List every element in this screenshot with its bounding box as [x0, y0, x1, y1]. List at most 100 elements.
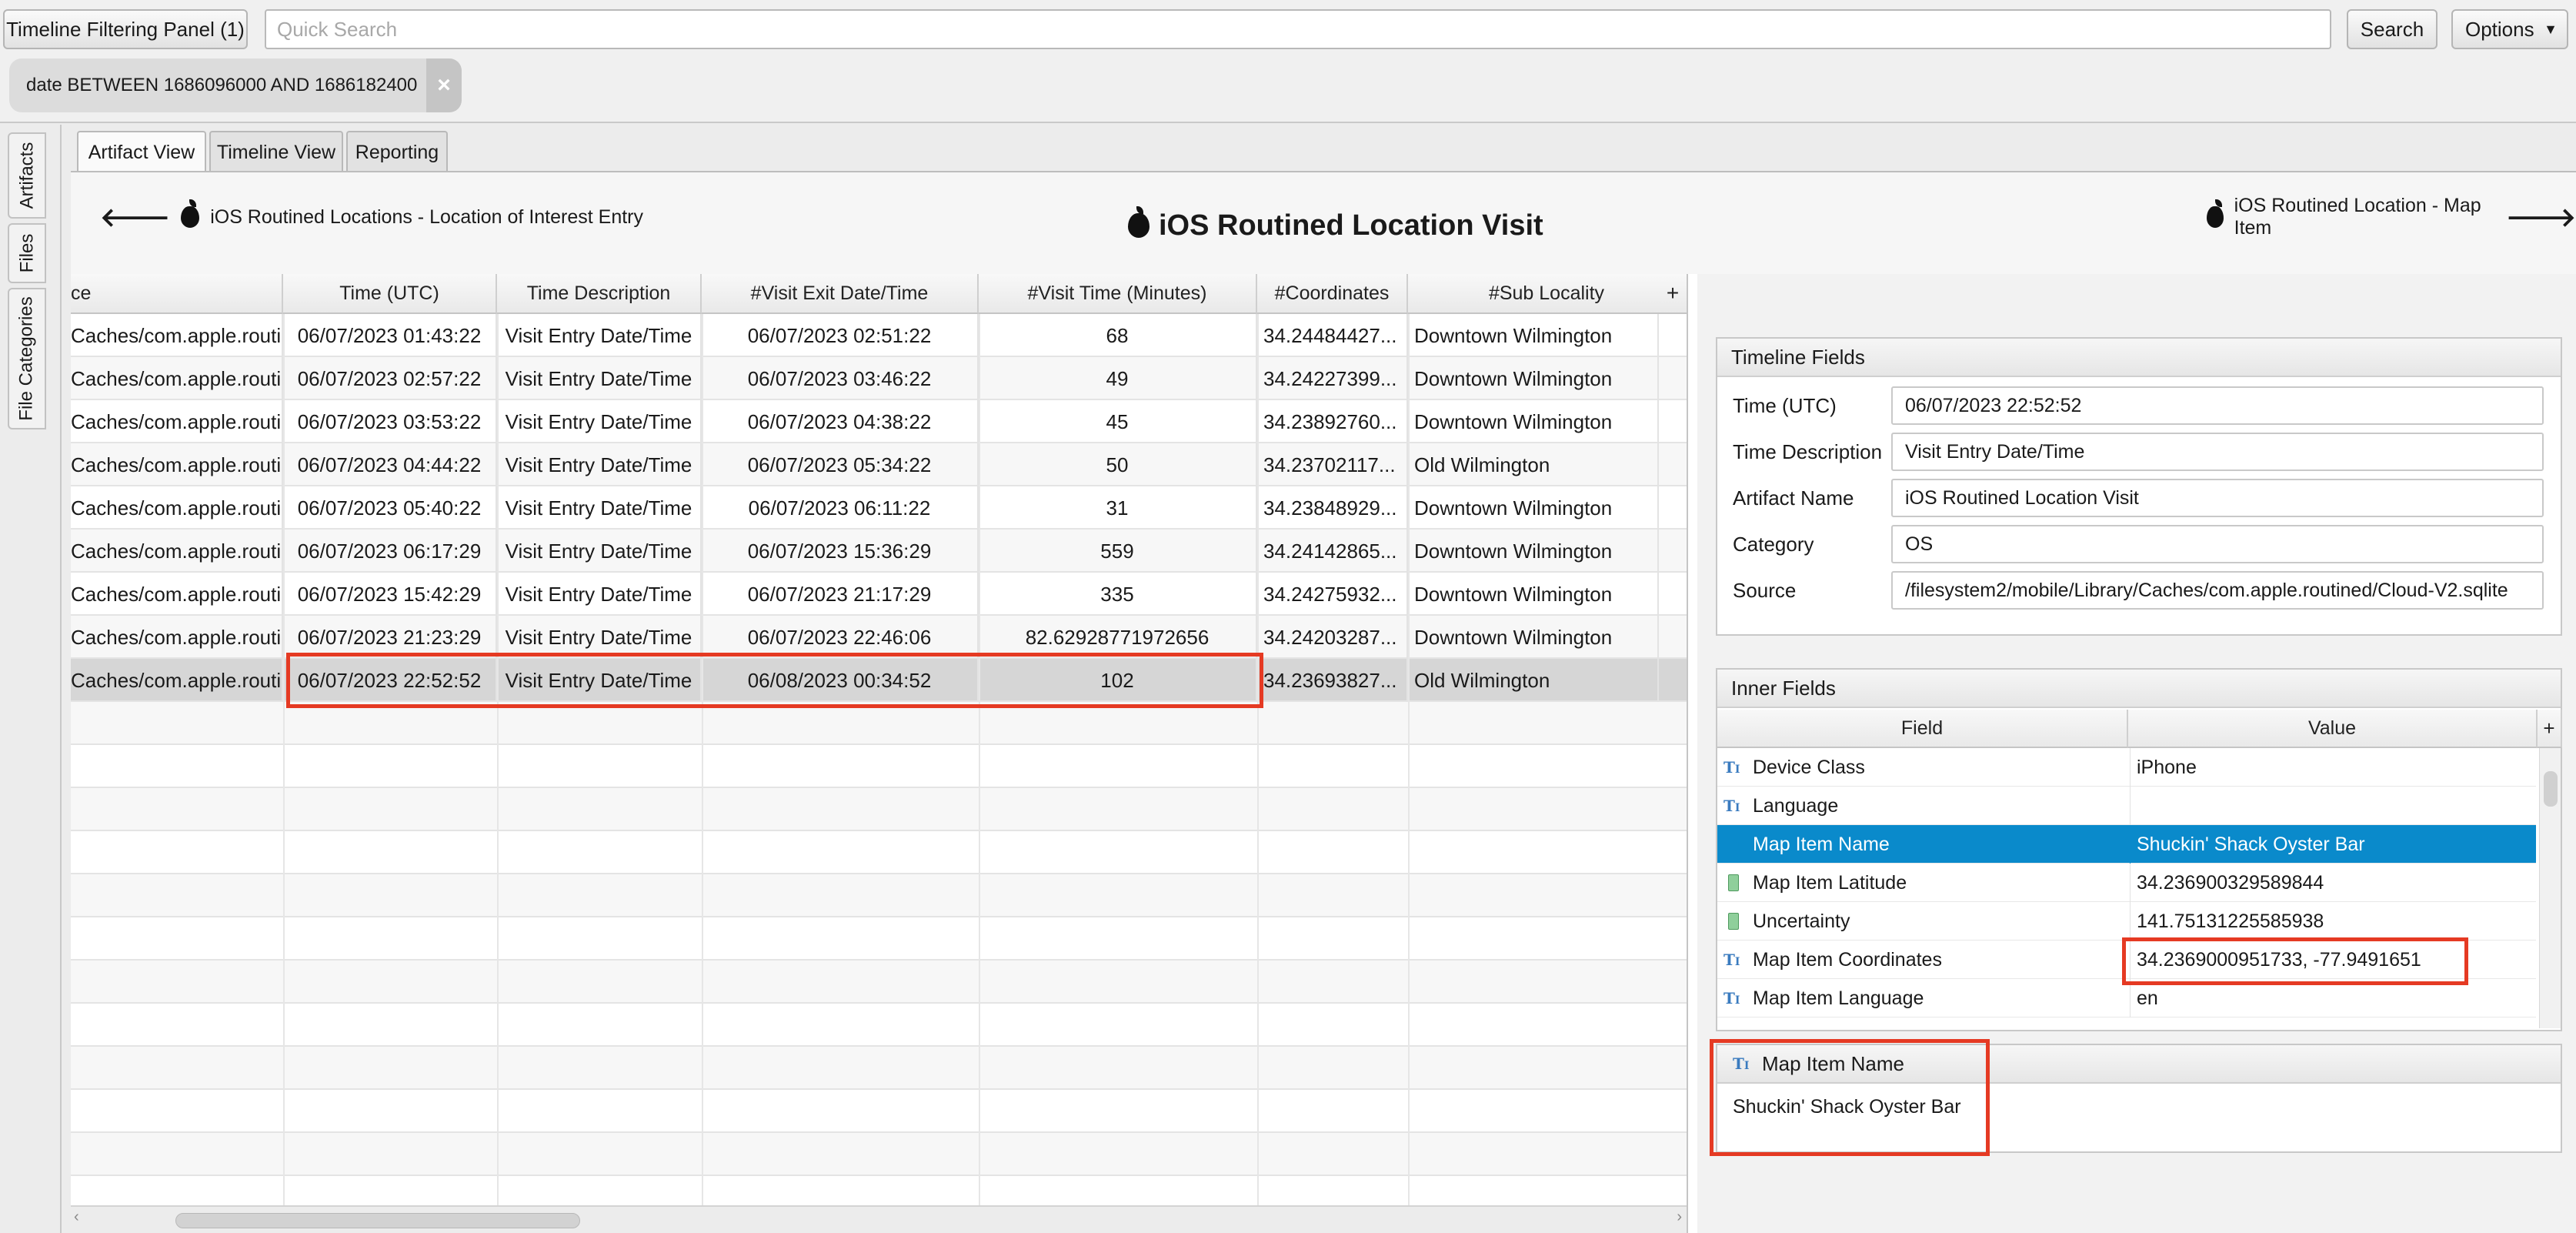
table-cell: 06/07/2023 06:17:29 — [283, 530, 497, 573]
table-cell: 34.24275932... — [1257, 573, 1408, 616]
column-header-source[interactable]: ce — [71, 274, 283, 314]
column-header-time[interactable]: Time (UTC) — [283, 274, 497, 314]
table-cell: Visit Entry Date/Time — [497, 400, 702, 443]
previous-artifact-link[interactable]: 🡐 iOS Routined Locations - Location of I… — [100, 199, 643, 232]
table-cell: Visit Entry Date/Time — [497, 573, 702, 616]
side-tab-file-categories[interactable]: File Categories — [8, 288, 46, 429]
timeline-field-label: Time (UTC) — [1733, 394, 1837, 417]
timeline-field-label: Time Description — [1733, 440, 1883, 463]
inner-field-row[interactable]: TI Map Item Name Shuckin' Shack Oyster Bar — [1717, 825, 2536, 864]
table-cell: Visit Entry Date/Time — [497, 357, 702, 400]
scroll-right-icon[interactable]: › — [1677, 1208, 1682, 1226]
quick-search-input[interactable] — [265, 9, 2331, 49]
table-cell: Visit Entry Date/Time — [497, 486, 702, 530]
options-button[interactable]: Options ▼ — [2451, 9, 2568, 49]
inner-field-row[interactable]: Map Item Latitude 34.236900329589844 — [1717, 864, 2536, 902]
highlight-box-selected-row — [286, 653, 1263, 708]
column-header-field[interactable]: Field — [1717, 710, 2128, 748]
side-tabs: Artifacts Files File Categories — [0, 125, 62, 1233]
horizontal-scrollbar[interactable]: ‹ › — [71, 1205, 1687, 1233]
empty-table-row — [71, 831, 1687, 874]
vertical-scrollbar[interactable] — [2539, 748, 2561, 1028]
filter-chip-label: date BETWEEN 1686096000 AND 1686182400 — [26, 75, 418, 95]
table-cell: 06/07/2023 04:44:22 — [283, 443, 497, 486]
inner-field-row[interactable]: Uncertainty 141.75131225585938 — [1717, 902, 2536, 941]
table-cell: 06/07/2023 15:42:29 — [283, 573, 497, 616]
column-header-sub-locality[interactable]: #Sub Locality — [1408, 274, 1687, 314]
table-cell: 34.23892760... — [1257, 400, 1408, 443]
number-icon — [1728, 874, 1739, 891]
empty-table-row — [71, 1090, 1687, 1133]
text-icon: TI — [1723, 797, 1740, 815]
add-column-icon[interactable]: + — [2538, 710, 2562, 748]
table-row[interactable]: Caches/com.apple.routi... 06/07/2023 01:4… — [71, 314, 1687, 357]
page-title: iOS Routined Location Visit — [1128, 206, 1543, 245]
tab-reporting[interactable]: Reporting — [346, 131, 448, 172]
timeline-field-value[interactable]: iOS Routined Location Visit — [1891, 479, 2544, 517]
table-cell: Caches/com.apple.routi... — [71, 400, 283, 443]
inner-field-value: 141.75131225585938 — [2130, 902, 2534, 941]
tab-artifact-view[interactable]: Artifact View — [77, 131, 206, 172]
table-cell: Downtown Wilmington — [1408, 400, 1659, 443]
search-button[interactable]: Search — [2347, 9, 2438, 49]
table-cell: Caches/com.apple.routi... — [71, 530, 283, 573]
add-column-icon[interactable]: + — [1659, 274, 1687, 314]
table-cell: Visit Entry Date/Time — [497, 443, 702, 486]
table-row[interactable]: Caches/com.apple.routi... 06/07/2023 15:4… — [71, 573, 1687, 616]
column-header-coordinates[interactable]: #Coordinates — [1257, 274, 1408, 314]
table-row[interactable]: Caches/com.apple.routi... 06/07/2023 05:4… — [71, 486, 1687, 530]
table-row[interactable]: Caches/com.apple.routi... 06/07/2023 06:1… — [71, 530, 1687, 573]
scrollbar-thumb[interactable] — [2544, 771, 2558, 807]
inner-field-row[interactable]: TI Language — [1717, 787, 2536, 825]
column-header-time-description[interactable]: Time Description — [497, 274, 702, 314]
table-cell: Downtown Wilmington — [1408, 486, 1659, 530]
timeline-field-value[interactable]: 06/07/2023 22:52:52 — [1891, 386, 2544, 425]
empty-table-row — [71, 1047, 1687, 1090]
next-artifact-link[interactable]: iOS Routined Location - Map Item 🡒 — [2207, 195, 2576, 239]
table-row[interactable]: Caches/com.apple.routi... 06/07/2023 02:5… — [71, 357, 1687, 400]
inner-field-name: Uncertainty — [1753, 910, 1850, 932]
column-header-visit-time[interactable]: #Visit Time (Minutes) — [979, 274, 1257, 314]
side-tab-label: Artifacts — [16, 142, 37, 209]
timeline-field-value[interactable]: /filesystem2/mobile/Library/Caches/com.a… — [1891, 571, 2544, 610]
inner-field-row[interactable]: TI Device Class iPhone — [1717, 748, 2536, 787]
scrollbar-thumb[interactable] — [175, 1213, 580, 1228]
empty-table-row — [71, 745, 1687, 788]
timeline-field-value[interactable]: Visit Entry Date/Time — [1891, 433, 2544, 471]
column-header-visit-exit[interactable]: #Visit Exit Date/Time — [702, 274, 979, 314]
inner-field-value: Shuckin' Shack Oyster Bar — [2130, 825, 2534, 864]
table-cell: Caches/com.apple.routi... — [71, 314, 283, 357]
table-cell: Caches/com.apple.routi... — [71, 573, 283, 616]
timeline-fields-title: Timeline Fields — [1717, 339, 2561, 377]
timeline-field-label: Artifact Name — [1733, 486, 1854, 510]
table-row[interactable]: Caches/com.apple.routi... 06/07/2023 03:5… — [71, 400, 1687, 443]
side-tab-files[interactable]: Files — [8, 223, 46, 283]
apple-icon — [2207, 199, 2224, 228]
table-cell: 06/07/2023 04:38:22 — [702, 400, 979, 443]
empty-table-row — [71, 788, 1687, 831]
inner-field-name-cell: Uncertainty — [1723, 902, 2124, 941]
column-header-value[interactable]: Value — [2128, 710, 2538, 748]
inner-field-name: Map Item Language — [1753, 987, 1924, 1009]
table-row[interactable]: Caches/com.apple.routi... 06/07/2023 04:4… — [71, 443, 1687, 486]
table-cell: 45 — [979, 400, 1257, 443]
table-cell: 34.23702117... — [1257, 443, 1408, 486]
scroll-left-icon[interactable]: ‹ — [74, 1208, 79, 1226]
close-icon[interactable]: × — [426, 58, 462, 112]
table-cell: Downtown Wilmington — [1408, 357, 1659, 400]
text-icon: TI — [1723, 835, 1740, 854]
timeline-field-value[interactable]: OS — [1891, 525, 2544, 563]
previous-artifact-label: iOS Routined Locations - Location of Int… — [210, 206, 643, 228]
text-icon: TI — [1723, 758, 1740, 777]
apple-icon — [1128, 206, 1150, 238]
table-cell: Visit Entry Date/Time — [497, 314, 702, 357]
timeline-field-label: Source — [1733, 579, 1797, 602]
table-cell: Old Wilmington — [1408, 659, 1659, 702]
inner-field-name: Device Class — [1753, 756, 1865, 778]
inner-field-name-cell: TI Map Item Language — [1723, 979, 2124, 1017]
inner-field-name-cell: Map Item Latitude — [1723, 864, 2124, 902]
tab-timeline-view[interactable]: Timeline View — [209, 131, 343, 172]
empty-table-row — [71, 917, 1687, 961]
timeline-filtering-panel-button[interactable]: Timeline Filtering Panel (1) — [3, 9, 248, 49]
side-tab-artifacts[interactable]: Artifacts — [8, 132, 46, 219]
